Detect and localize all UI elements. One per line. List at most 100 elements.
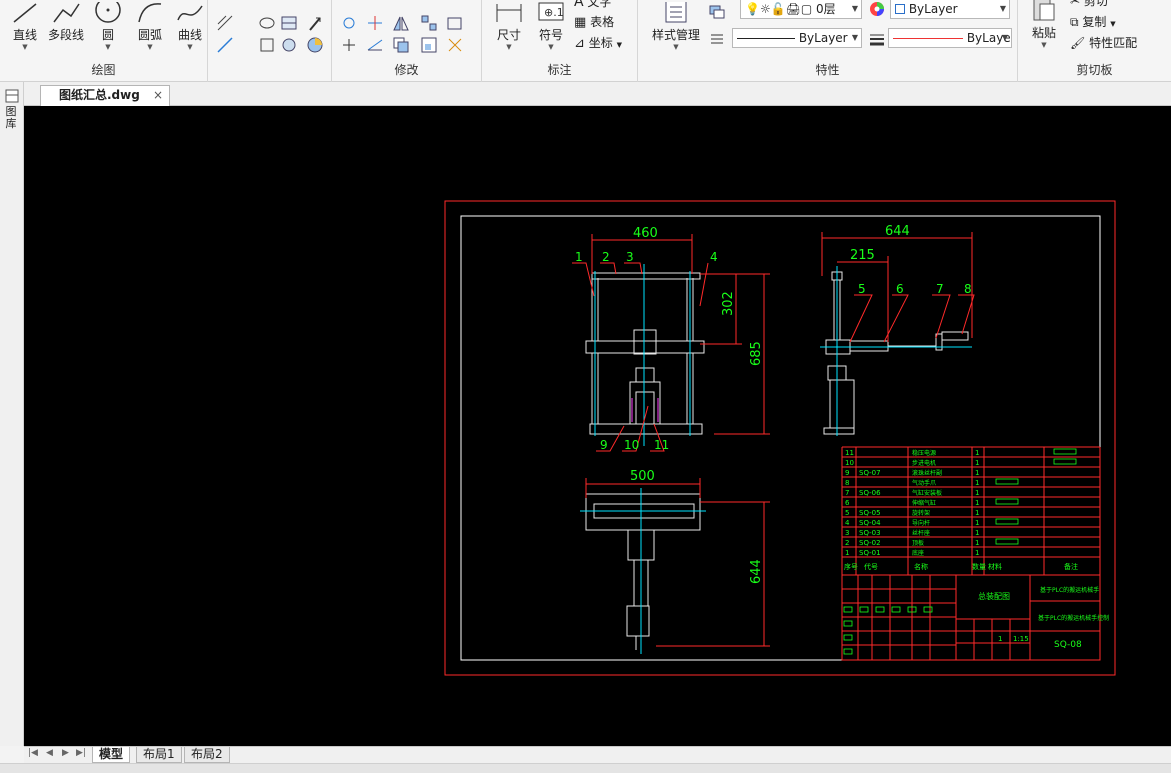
prev-tab-arrow[interactable]: ◀ <box>46 748 53 758</box>
copy-button[interactable]: ⧉ 复制 ▼ <box>1070 13 1116 30</box>
move-icon[interactable] <box>340 36 358 54</box>
panel-modify-title: 修改 <box>394 63 419 77</box>
dimension-tool-label: 尺寸 <box>496 28 521 42</box>
xline-icon[interactable] <box>216 36 234 54</box>
bom-qty: 1 <box>975 459 979 467</box>
paste-button[interactable]: 粘贴 ▼ <box>1026 0 1062 49</box>
copy-label: 复制 <box>1082 15 1107 29</box>
table-tool-label: 表格 <box>590 15 615 29</box>
document-tab[interactable]: 图纸汇总.dwg × <box>40 85 170 106</box>
panel-annotate-title: 标注 <box>547 63 572 77</box>
bom-row: 7 SQ-06 气缸安装板 1 <box>845 489 979 497</box>
curve-tool[interactable]: 曲线 ▼ <box>172 2 208 51</box>
mirror-icon[interactable] <box>392 14 410 32</box>
bom-code: SQ-07 <box>859 469 881 477</box>
array-icon[interactable] <box>420 14 438 32</box>
lineweight-icon[interactable] <box>868 30 886 48</box>
layer-name: 0层 <box>816 2 836 16</box>
coordinate-tool[interactable]: ⊿ 坐标 ▼ <box>574 34 622 51</box>
bom-qty: 1 <box>975 549 979 557</box>
bom-name: 气动手爪 <box>912 479 936 487</box>
polyline-tool[interactable]: 多段线 <box>46 2 86 43</box>
list-icon[interactable] <box>708 30 726 48</box>
balloon-4: 4 <box>710 250 718 264</box>
circle-tool[interactable]: 圆 ▼ <box>92 2 124 51</box>
offset-icon[interactable] <box>340 14 358 32</box>
dim-front-height: 685 <box>749 341 764 366</box>
bom-code: SQ-03 <box>859 529 881 537</box>
table-tool[interactable]: ▦ 表格 <box>574 13 614 30</box>
layer-states-icon[interactable] <box>708 2 726 20</box>
pie-icon[interactable] <box>306 36 324 54</box>
chevron-down-icon: ▼ <box>999 4 1006 13</box>
ellipse-icon[interactable] <box>258 14 276 32</box>
bom-name: 丝杆座 <box>912 529 930 537</box>
first-tab-arrow[interactable]: |◀ <box>28 748 38 758</box>
dimension-tool[interactable]: 尺寸 ▼ <box>490 2 528 51</box>
bom-no: 2 <box>845 539 849 547</box>
bom-qty: 1 <box>975 489 979 497</box>
bom-code: SQ-04 <box>859 519 881 527</box>
bom-row: 6 伸缩气缸 1 <box>845 499 979 507</box>
bom-no: 5 <box>845 509 849 517</box>
region-icon[interactable] <box>280 36 298 54</box>
arc-tool[interactable]: 圆弧 ▼ <box>132 2 168 51</box>
chevron-down-icon: ▼ <box>673 43 679 51</box>
arc-icon <box>138 3 162 23</box>
stretch-icon[interactable] <box>366 36 384 54</box>
symbol-tool[interactable]: ⊕.1 符号 ▼ <box>532 2 570 51</box>
polyline-icon <box>53 3 80 23</box>
spline-icon <box>177 5 203 21</box>
chevron-down-icon: ▼ <box>22 43 28 51</box>
bom-row: 8 气动手爪 1 <box>845 479 979 487</box>
group-icon[interactable] <box>420 36 438 54</box>
layer-dropdown[interactable]: 💡☼🔓🖨▢ 0层 ▼ <box>740 0 862 19</box>
bom-no: 11 <box>845 449 854 457</box>
balloon-8: 8 <box>964 282 972 296</box>
text-tool[interactable]: A 文字 <box>574 0 611 10</box>
layout-tab-bar: |◀ ◀ ▶ ▶| 模型 布局1 布局2 <box>24 746 1171 763</box>
match-properties-button[interactable]: 🖌 特性匹配 <box>1070 34 1137 51</box>
title-project-2: 基于PLC的搬运机械手控制 <box>1038 614 1109 622</box>
cut-button[interactable]: ✂ 剪切 <box>1070 0 1108 9</box>
table-icon[interactable] <box>280 14 298 32</box>
library-label[interactable]: 图库 <box>4 106 18 130</box>
bom-qty: 1 <box>975 539 979 547</box>
title-scale: 1:15 <box>1013 635 1029 643</box>
copy-object-icon[interactable] <box>392 36 410 54</box>
bom-qty: 1 <box>975 529 979 537</box>
balloon-1: 1 <box>575 250 583 264</box>
library-icon[interactable] <box>4 88 20 104</box>
color-wheel-icon[interactable] <box>868 0 886 18</box>
chevron-down-icon: ▼ <box>147 43 153 51</box>
rectangle-icon[interactable] <box>258 36 276 54</box>
next-tab-arrow[interactable]: ▶ <box>62 748 69 758</box>
bom-header-cell: 代号 <box>864 562 878 571</box>
balloon-6: 6 <box>896 282 904 296</box>
tab-layout1[interactable]: 布局1 <box>136 747 182 763</box>
drawing-canvas[interactable]: 460 302 685 644 215 500 644 1 2 3 4 9 10… <box>24 106 1171 746</box>
pointer-icon[interactable] <box>306 14 324 32</box>
hatch-icon[interactable] <box>216 14 234 32</box>
panel-clipboard-title: 剪切板 <box>1076 63 1113 77</box>
last-tab-arrow[interactable]: ▶| <box>76 748 86 758</box>
style-manager-tool[interactable]: 样式管理 ▼ <box>644 2 708 51</box>
balloon-10: 10 <box>624 438 639 452</box>
tab-layout2[interactable]: 布局2 <box>184 747 230 763</box>
coordinate-icon: ⊿ <box>574 36 585 51</box>
close-icon[interactable]: × <box>153 86 163 105</box>
explode-icon[interactable] <box>446 36 464 54</box>
linetype-dropdown[interactable]: ByLayer ▼ <box>732 28 862 48</box>
line-tool[interactable]: 直线 ▼ <box>6 2 44 51</box>
tab-model[interactable]: 模型 <box>92 747 131 763</box>
bom-no: 10 <box>845 459 854 467</box>
lineweight-dropdown[interactable]: ByLayer ▼ <box>888 28 1012 48</box>
dim-front-upper: 302 <box>721 291 736 316</box>
bom-qty: 1 <box>975 499 979 507</box>
color-dropdown[interactable]: ByLayer ▼ <box>890 0 1010 19</box>
scale-icon[interactable] <box>446 14 464 32</box>
library-side-strip: 图库 <box>0 82 24 746</box>
circle-tool-label: 圆 <box>101 28 114 42</box>
trim-icon[interactable] <box>366 14 384 32</box>
cut-label: 剪切 <box>1083 0 1108 8</box>
